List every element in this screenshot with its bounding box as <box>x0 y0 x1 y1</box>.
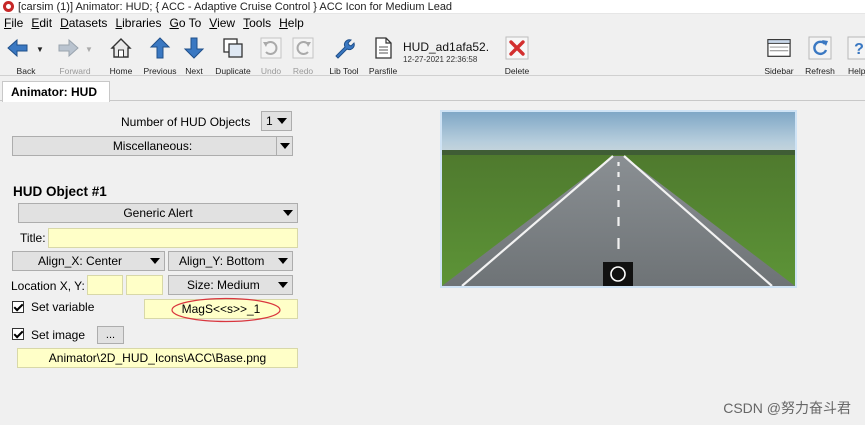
toolbar: ▼ Back ▼ Forward Home Previous Next Dupl… <box>0 33 865 76</box>
sidebar-icon <box>767 36 791 60</box>
delete-x-icon <box>505 36 529 60</box>
menu-file[interactable]: File <box>0 16 27 30</box>
align-y-value: Align_Y: Bottom <box>179 254 265 268</box>
file-date: 12-27-2021 22:36:58 <box>403 55 478 64</box>
svg-text:?: ? <box>854 41 864 58</box>
set-image-checkbox[interactable] <box>12 328 24 340</box>
menu-edit[interactable]: Edit <box>27 16 56 30</box>
menu-view[interactable]: View <box>205 16 239 30</box>
hud-object-heading: HUD Object #1 <box>13 184 107 199</box>
align-y-dropdown[interactable]: Align_Y: Bottom <box>168 251 293 271</box>
chevron-down-icon <box>276 137 292 155</box>
next-label: Next <box>185 66 203 76</box>
menu-help[interactable]: Help <box>275 16 308 30</box>
forward-button[interactable]: ▼ Forward <box>52 36 98 76</box>
forward-label: Forward <box>59 66 91 76</box>
down-arrow-icon <box>182 36 206 60</box>
up-arrow-icon <box>148 36 172 60</box>
tab-bar: Animator: HUD <box>0 77 865 102</box>
home-icon <box>109 36 133 60</box>
num-hud-objects-value: 1 <box>266 114 273 128</box>
undo-button[interactable]: Undo <box>256 36 286 76</box>
browse-image-button[interactable]: ... <box>97 326 124 344</box>
num-hud-objects-label: Number of HUD Objects <box>121 115 251 129</box>
chevron-down-icon <box>283 210 293 216</box>
help-label: Help <box>848 66 865 76</box>
size-dropdown[interactable]: Size: Medium <box>168 275 293 295</box>
annotation-ellipse <box>171 297 281 323</box>
duplicate-button[interactable]: Duplicate <box>212 36 254 76</box>
menu-goto[interactable]: Go To <box>165 16 205 30</box>
location-x-input[interactable] <box>87 275 123 295</box>
back-button[interactable]: ▼ Back <box>4 36 48 76</box>
align-x-value: Align_X: Center <box>38 254 123 268</box>
chevron-down-icon <box>277 118 287 124</box>
sidebar-button[interactable]: Sidebar <box>760 36 798 76</box>
image-path-value: Animator\2D_HUD_Icons\ACC\Base.png <box>48 351 267 365</box>
miscellaneous-dropdown[interactable]: Miscellaneous: <box>12 136 293 156</box>
location-y-input[interactable] <box>126 275 163 295</box>
tab-animator-hud[interactable]: Animator: HUD <box>2 81 110 102</box>
location-label: Location X, Y: <box>11 279 85 293</box>
hud-object-type-dropdown[interactable]: Generic Alert <box>18 203 298 223</box>
browse-label: ... <box>105 329 116 341</box>
redo-label: Redo <box>292 66 314 76</box>
wrench-icon <box>332 36 356 60</box>
set-variable-checkbox[interactable] <box>12 301 24 313</box>
undo-icon <box>259 36 283 60</box>
lib-tool-label: Lib Tool <box>329 66 359 76</box>
title-input[interactable] <box>48 228 298 248</box>
previous-button[interactable]: Previous <box>142 36 178 76</box>
redo-button[interactable]: Redo <box>288 36 318 76</box>
redo-icon <box>291 36 315 60</box>
file-info: HUD_ad1afa52. 12-27-2021 22:36:58 <box>370 36 500 74</box>
menu-datasets[interactable]: Datasets <box>56 16 111 30</box>
previous-label: Previous <box>143 66 177 76</box>
window-title: [carsim (1)] Animator: HUD; { ACC - Adap… <box>18 0 453 13</box>
forward-dropdown-icon[interactable]: ▼ <box>85 45 93 54</box>
refresh-icon <box>808 36 832 60</box>
forward-arrow-icon <box>56 36 80 60</box>
window-titlebar: [carsim (1)] Animator: HUD; { ACC - Adap… <box>0 0 865 14</box>
menu-bar: File Edit Datasets Libraries Go To View … <box>0 14 865 32</box>
watermark-text: CSDN @努力奋斗君 <box>723 400 851 416</box>
miscellaneous-value: Miscellaneous: <box>112 139 193 153</box>
hud-object-type-value: Generic Alert <box>123 206 193 220</box>
duplicate-label: Duplicate <box>215 66 251 76</box>
menu-libraries[interactable]: Libraries <box>111 16 165 30</box>
menu-tools[interactable]: Tools <box>239 16 275 30</box>
back-arrow-icon <box>6 36 30 60</box>
delete-label: Delete <box>504 66 530 76</box>
chevron-down-icon <box>150 258 160 264</box>
align-x-dropdown[interactable]: Align_X: Center <box>12 251 165 271</box>
set-image-label: Set image <box>31 328 86 342</box>
image-path-field[interactable]: Animator\2D_HUD_Icons\ACC\Base.png <box>17 348 298 368</box>
set-variable-label: Set variable <box>31 300 95 314</box>
num-hud-objects-dropdown[interactable]: 1 <box>261 111 292 131</box>
next-button[interactable]: Next <box>180 36 208 76</box>
sidebar-label: Sidebar <box>764 66 794 76</box>
refresh-label: Refresh <box>805 66 835 76</box>
back-dropdown-icon[interactable]: ▼ <box>36 45 44 54</box>
help-button[interactable]: ? Help <box>844 36 865 76</box>
file-name: HUD_ad1afa52. <box>403 40 490 54</box>
carsim-app-icon <box>3 1 14 12</box>
refresh-button[interactable]: Refresh <box>802 36 838 76</box>
title-label: Title: <box>20 231 46 245</box>
hud-preview-image <box>440 110 797 288</box>
home-button[interactable]: Home <box>104 36 138 76</box>
delete-button[interactable]: Delete <box>500 36 534 76</box>
size-value: Size: Medium <box>187 278 260 292</box>
undo-label: Undo <box>260 66 282 76</box>
duplicate-icon <box>221 36 245 60</box>
chevron-down-icon <box>278 258 288 264</box>
road-scene-image <box>442 112 795 286</box>
home-label: Home <box>109 66 133 76</box>
back-label: Back <box>16 66 36 76</box>
help-question-icon: ? <box>847 36 865 60</box>
lib-tool-button[interactable]: Lib Tool <box>324 36 364 76</box>
chevron-down-icon <box>278 282 288 288</box>
